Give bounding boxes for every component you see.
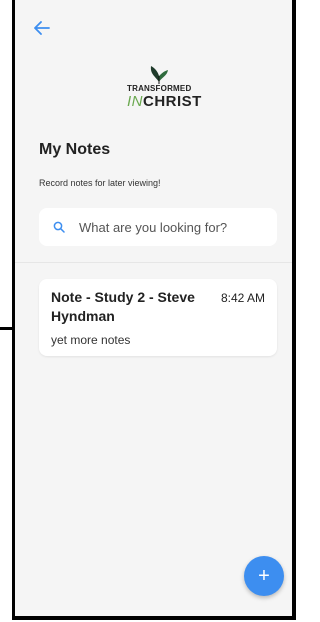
app-logo: TRANSFORMED INCHRIST: [115, 62, 205, 116]
page-title: My Notes: [39, 141, 111, 158]
back-button[interactable]: [32, 18, 52, 38]
notes-screen: TRANSFORMED INCHRIST My Notes Record not…: [15, 0, 292, 616]
search-icon: [53, 221, 65, 233]
note-card[interactable]: Note - Study 2 - Steve Hyndman 8:42 AM y…: [39, 279, 277, 356]
logo-line-1: TRANSFORMED: [127, 84, 192, 93]
page-subtitle: Record notes for later viewing!: [39, 178, 161, 188]
divider: [15, 262, 292, 263]
logo-line-2: INCHRIST: [127, 93, 202, 110]
note-time: 8:42 AM: [220, 291, 265, 305]
logo-line-2-prefix: IN: [127, 93, 143, 110]
note-title: Note - Study 2 - Steve Hyndman: [51, 289, 195, 324]
butterfly-icon: [150, 66, 168, 84]
search-input[interactable]: [77, 218, 261, 236]
plus-icon: +: [258, 564, 270, 587]
search-bar[interactable]: [39, 208, 277, 246]
logo-line-2-main: CHRIST: [143, 93, 202, 110]
add-note-button[interactable]: +: [244, 556, 284, 596]
arrow-left-icon: [34, 21, 50, 35]
note-body: yet more notes: [51, 333, 131, 347]
